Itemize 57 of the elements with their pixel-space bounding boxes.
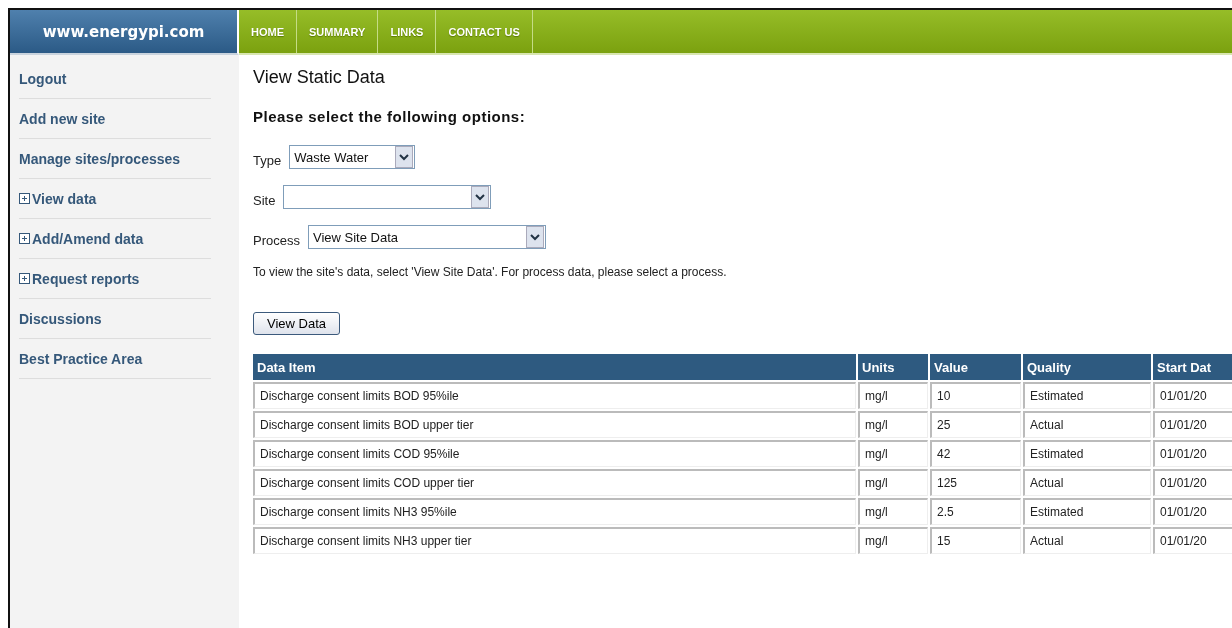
sidebar-link[interactable]: Logout (19, 59, 211, 99)
column-header: Value (930, 354, 1021, 380)
table-cell: Estimated (1023, 440, 1151, 467)
column-header: Quality (1023, 354, 1151, 380)
sidebar-link[interactable]: Request reports (19, 259, 211, 299)
page-title: View Static Data (253, 67, 386, 88)
plus-icon (19, 273, 30, 284)
sidebar-link[interactable]: Manage sites/processes (19, 139, 211, 179)
field-label: Type (253, 152, 282, 168)
table-cell: 2.5 (930, 498, 1021, 525)
column-header: Units (858, 354, 928, 380)
table-cell: Actual (1023, 469, 1151, 496)
table-cell: 01/01/20 (1153, 527, 1232, 554)
table-cell: mg/l (858, 469, 928, 496)
table-cell: Actual (1023, 411, 1151, 438)
sidebar-link[interactable]: View data (19, 179, 211, 219)
table-cell: 01/01/20 (1153, 440, 1232, 467)
table-cell: Discharge consent limits COD upper tier (253, 469, 856, 496)
sidebar-link[interactable]: Add/Amend data (19, 219, 211, 259)
table-cell: Actual (1023, 527, 1151, 554)
table-cell: Discharge consent limits BOD 95%ile (253, 382, 856, 409)
table-cell: Discharge consent limits COD 95%ile (253, 440, 856, 467)
dropdown-field[interactable] (283, 185, 492, 209)
table-cell: 01/01/20 (1153, 382, 1232, 409)
table-cell: Estimated (1023, 498, 1151, 525)
help-text: To view the site's data, select 'View Site Data'. For process data, please select a process. (253, 265, 728, 279)
table-cell: 01/01/20 (1153, 411, 1232, 438)
site-logo: www.energypi.com (10, 10, 239, 55)
table-cell: Estimated (1023, 382, 1151, 409)
table-cell: Discharge consent limits NH3 upper tier (253, 527, 856, 554)
view-data-button[interactable]: View Data (253, 312, 340, 335)
plus-icon (19, 233, 30, 244)
table-cell: Discharge consent limits BOD upper tier (253, 411, 856, 438)
plus-icon (19, 193, 30, 204)
table-cell: 25 (930, 411, 1021, 438)
table-cell: mg/l (858, 382, 928, 409)
table-cell: 01/01/20 (1153, 469, 1232, 496)
table-cell: 125 (930, 469, 1021, 496)
table-cell: mg/l (858, 527, 928, 554)
table-cell: 01/01/20 (1153, 498, 1232, 525)
column-header: Start Dat (1153, 354, 1232, 380)
table-cell: mg/l (858, 440, 928, 467)
table-cell: 10 (930, 382, 1021, 409)
dropdown-field[interactable]: View Site Data (307, 225, 546, 249)
table-cell: 15 (930, 527, 1021, 554)
table-cell: mg/l (858, 498, 928, 525)
table-cell: mg/l (858, 411, 928, 438)
sidebar-link[interactable]: Best Practice Area (19, 339, 211, 379)
table-cell: 42 (930, 440, 1021, 467)
sidebar-link[interactable]: Discussions (19, 299, 211, 339)
field-label: Process (253, 232, 300, 248)
field-label: Site (253, 192, 276, 208)
sidebar-link[interactable]: Add new site (19, 99, 211, 139)
column-header: Data Item (253, 354, 856, 380)
dropdown-field[interactable]: Waste Water (289, 145, 416, 169)
section-heading: Please select the following options: (253, 108, 527, 125)
table-cell: Discharge consent limits NH3 95%ile (253, 498, 856, 525)
